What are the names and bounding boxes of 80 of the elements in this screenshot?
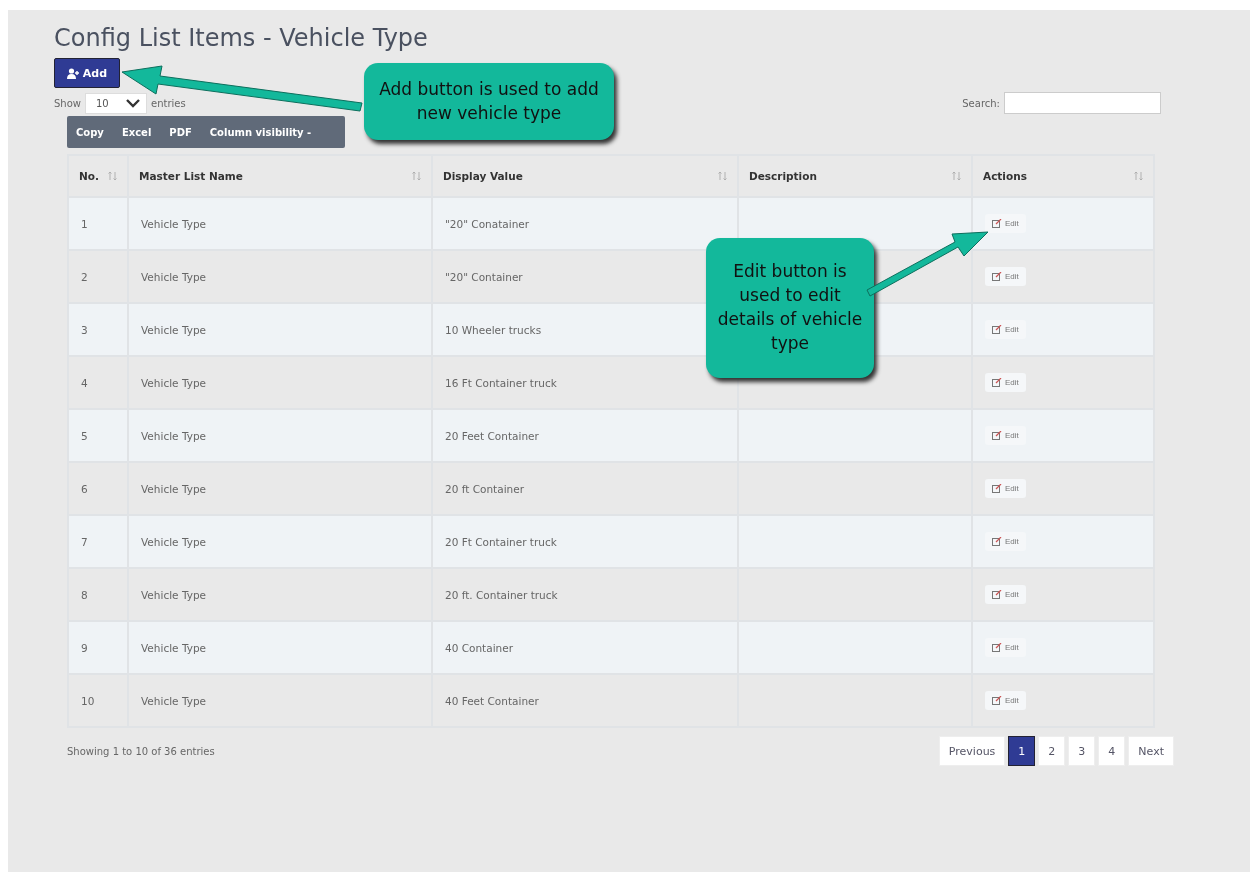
table-cell: 4 [69,357,127,408]
callout: Add button is used to add new vehicle type [364,63,614,140]
table-cell: 10 [69,675,127,726]
sort-icon [718,171,727,181]
table-cell: 1 [69,198,127,249]
edit-icon [992,590,1002,599]
edit-button[interactable]: Edit [985,638,1026,657]
column-header[interactable]: Actions [973,156,1153,196]
table-cell: Vehicle Type [129,357,431,408]
edit-button[interactable]: Edit [985,479,1026,498]
table-cell: 20 ft Container [433,463,737,514]
column-header[interactable]: No. [69,156,127,196]
table-cell: Vehicle Type [129,304,431,355]
page-button[interactable]: 1 [1008,736,1036,766]
table-cell: 3 [69,304,127,355]
edit-button[interactable]: Edit [985,320,1026,339]
export-button[interactable]: Column visibility - [200,116,321,148]
callout: Edit button is used to edit details of vehicle type [706,238,874,378]
edit-button[interactable]: Edit [985,691,1026,710]
search-label: Search: [962,97,1000,109]
page-button[interactable]: 3 [1068,736,1096,766]
table-cell: Vehicle Type [129,675,431,726]
table-cell: Vehicle Type [129,569,431,620]
column-header[interactable]: Description [739,156,971,196]
edit-icon [992,378,1002,387]
user-plus-icon [66,67,80,79]
table-cell: Vehicle Type [129,622,431,673]
page-button[interactable]: Previous [938,736,1006,766]
edit-icon [992,219,1002,228]
edit-button[interactable]: Edit [985,532,1026,551]
table-cell: 20 Feet Container [433,410,737,461]
table-cell: 40 Feet Container [433,675,737,726]
search-field[interactable] [1004,92,1161,114]
table-cell: 40 Container [433,622,737,673]
show-label: Show [54,97,81,109]
edit-button[interactable]: Edit [985,426,1026,445]
sort-icon [952,171,961,181]
table-cell: "20" Conatainer [433,198,737,249]
page-button[interactable]: 4 [1098,736,1126,766]
table-cell: 9 [69,622,127,673]
edit-icon [992,431,1002,440]
table-cell: 16 Ft Container truck [433,357,737,408]
table-cell: Vehicle Type [129,410,431,461]
edit-icon [992,537,1002,546]
sort-icon [108,171,117,181]
table-cell: Vehicle Type [129,463,431,514]
entries-label: entries [151,97,186,109]
page-button[interactable]: 2 [1038,736,1066,766]
edit-icon [992,484,1002,493]
page-title: Config List Items - Vehicle Type [54,24,429,52]
edit-icon [992,643,1002,652]
table-cell: 5 [69,410,127,461]
chevron-down-icon [126,98,140,108]
export-button[interactable]: Copy [67,116,113,148]
edit-button[interactable]: Edit [985,373,1026,392]
add-button[interactable]: Add [54,58,120,88]
sort-icon [412,171,421,181]
table-cell: 6 [69,463,127,514]
page-button[interactable]: Next [1128,736,1174,766]
entries-select[interactable]: 10 [85,92,147,114]
table-cell: Vehicle Type [129,516,431,567]
edit-icon [992,696,1002,705]
edit-button[interactable]: Edit [985,585,1026,604]
edit-icon [992,325,1002,334]
table-cell: 8 [69,569,127,620]
column-header[interactable]: Display Value [433,156,737,196]
column-header[interactable]: Master List Name [129,156,431,196]
export-button[interactable]: Excel [112,116,161,148]
table-cell: 2 [69,251,127,302]
table-info: Showing 1 to 10 of 36 entries [67,745,215,757]
table-cell: 7 [69,516,127,567]
edit-icon [992,272,1002,281]
export-button[interactable]: PDF [160,116,201,148]
edit-button[interactable]: Edit [985,214,1026,233]
table-cell: 20 Ft Container truck [433,516,737,567]
table-cell: Vehicle Type [129,251,431,302]
table-cell: Vehicle Type [129,198,431,249]
table-cell: 20 ft. Container truck [433,569,737,620]
sort-icon [1134,171,1143,181]
edit-button[interactable]: Edit [985,267,1026,286]
